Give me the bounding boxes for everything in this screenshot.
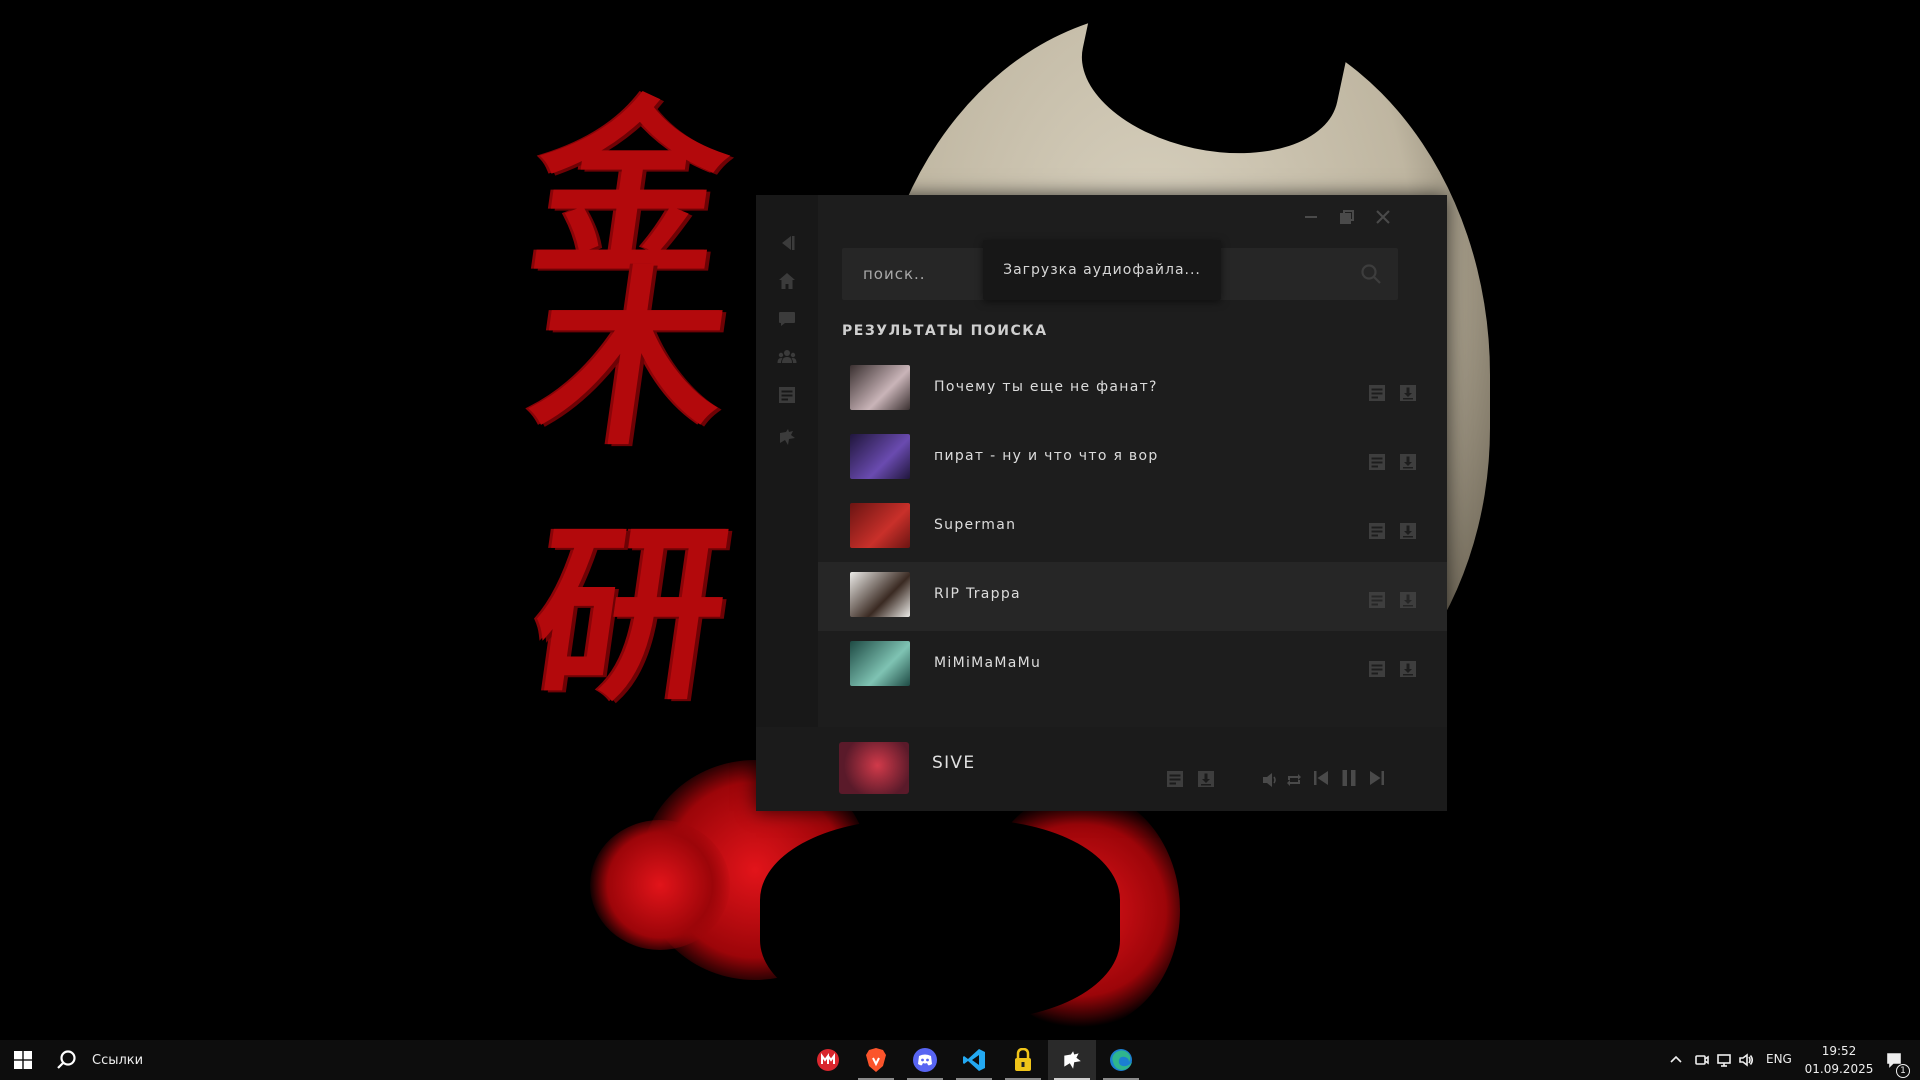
now-playing-title: SIVE [932, 753, 976, 773]
add-to-playlist-icon[interactable] [1366, 382, 1388, 404]
wallpaper-kanji: 研 [519, 503, 741, 726]
download-icon[interactable] [1397, 451, 1419, 473]
repeat-icon[interactable] [1283, 769, 1305, 791]
track-row[interactable]: MiMiMaMaMu [818, 631, 1447, 700]
edge-browser-icon[interactable] [1097, 1040, 1145, 1080]
track-row[interactable]: Почему ты еще не фанат? [818, 355, 1447, 424]
track-thumbnail [850, 641, 910, 686]
playlist-icon[interactable] [775, 383, 799, 407]
input-language-indicator[interactable]: ENG [1766, 1052, 1792, 1066]
wallpaper-shadow [760, 820, 1120, 1020]
track-row[interactable]: RIP Trappa [818, 562, 1447, 631]
vpn-app-icon[interactable] [999, 1040, 1047, 1080]
results-list: Почему ты еще не фанат? пират - ну и что… [818, 355, 1447, 700]
download-icon[interactable] [1397, 658, 1419, 680]
music-app-window: Загрузка аудиофайла... РЕЗУЛЬТАТЫ ПОИСКА… [756, 195, 1447, 811]
results-heading: РЕЗУЛЬТАТЫ ПОИСКА [842, 323, 1048, 339]
track-title: RIP Trappa [934, 586, 1021, 602]
taskbar-search-label: Ссылки [92, 1052, 144, 1068]
music-app-taskbar-icon[interactable] [1048, 1040, 1096, 1080]
add-to-playlist-icon[interactable] [1366, 451, 1388, 473]
previous-track-icon[interactable] [1310, 767, 1332, 789]
search-icon[interactable] [1360, 263, 1382, 285]
download-icon[interactable] [1195, 768, 1217, 790]
system-tray: ENG 19:52 01.09.2025 1 [1660, 1040, 1920, 1080]
clock-time[interactable]: 19:52 [1804, 1044, 1874, 1058]
track-thumbnail [850, 434, 910, 479]
player-bar: SIVE [756, 727, 1447, 811]
close-button[interactable] [1370, 205, 1396, 229]
track-row[interactable]: пират - ну и что что я вор [818, 424, 1447, 493]
volume-icon[interactable] [1259, 769, 1281, 791]
track-title: MiMiMaMaMu [934, 655, 1042, 671]
collapse-sidebar-icon[interactable] [775, 231, 799, 255]
home-icon[interactable] [775, 269, 799, 293]
windows-logo-icon [14, 1051, 32, 1069]
discord-app-icon[interactable] [901, 1040, 949, 1080]
pause-icon[interactable] [1338, 767, 1360, 789]
app-sidebar [756, 195, 818, 727]
music-app-logo-icon[interactable] [775, 425, 799, 449]
download-icon[interactable] [1397, 382, 1419, 404]
track-thumbnail [850, 572, 910, 617]
brave-browser-icon[interactable] [852, 1040, 900, 1080]
wallpaper-blood-splatter [590, 820, 730, 950]
download-icon[interactable] [1397, 589, 1419, 611]
wallpaper-kanji: 木 [519, 248, 741, 471]
start-button[interactable] [0, 1040, 46, 1080]
track-thumbnail [850, 503, 910, 548]
loading-toast: Загрузка аудиофайла... [983, 240, 1221, 300]
app-main-panel: Загрузка аудиофайла... РЕЗУЛЬТАТЫ ПОИСКА… [818, 195, 1447, 727]
mega-app-icon[interactable] [804, 1040, 852, 1080]
track-row[interactable]: Superman [818, 493, 1447, 562]
download-icon[interactable] [1397, 520, 1419, 542]
taskbar: Ссылки ENG 19:52 01.09.2025 1 [0, 1040, 1920, 1080]
add-to-playlist-icon[interactable] [1366, 589, 1388, 611]
notification-count-badge: 1 [1896, 1064, 1910, 1078]
track-title: Superman [934, 517, 1017, 533]
minimize-button[interactable] [1298, 205, 1324, 229]
meet-now-icon[interactable] [1692, 1050, 1712, 1070]
add-to-playlist-icon[interactable] [1366, 658, 1388, 680]
track-title: Почему ты еще не фанат? [934, 379, 1158, 395]
track-title: пират - ну и что что я вор [934, 448, 1159, 464]
now-playing-cover [839, 742, 909, 794]
search-icon [57, 1050, 76, 1069]
clock-date[interactable]: 01.09.2025 [1804, 1062, 1874, 1076]
chat-icon[interactable] [775, 307, 799, 331]
vscode-app-icon[interactable] [950, 1040, 998, 1080]
track-thumbnail [850, 365, 910, 410]
show-hidden-icons-chevron-icon[interactable] [1666, 1050, 1686, 1070]
network-icon[interactable] [1714, 1050, 1734, 1070]
friends-icon[interactable] [775, 345, 799, 369]
volume-icon[interactable] [1736, 1050, 1756, 1070]
add-to-playlist-icon[interactable] [1164, 768, 1186, 790]
maximize-button[interactable] [1334, 205, 1360, 229]
add-to-playlist-icon[interactable] [1366, 520, 1388, 542]
taskbar-search[interactable]: Ссылки [56, 1040, 156, 1080]
next-track-icon[interactable] [1366, 767, 1388, 789]
